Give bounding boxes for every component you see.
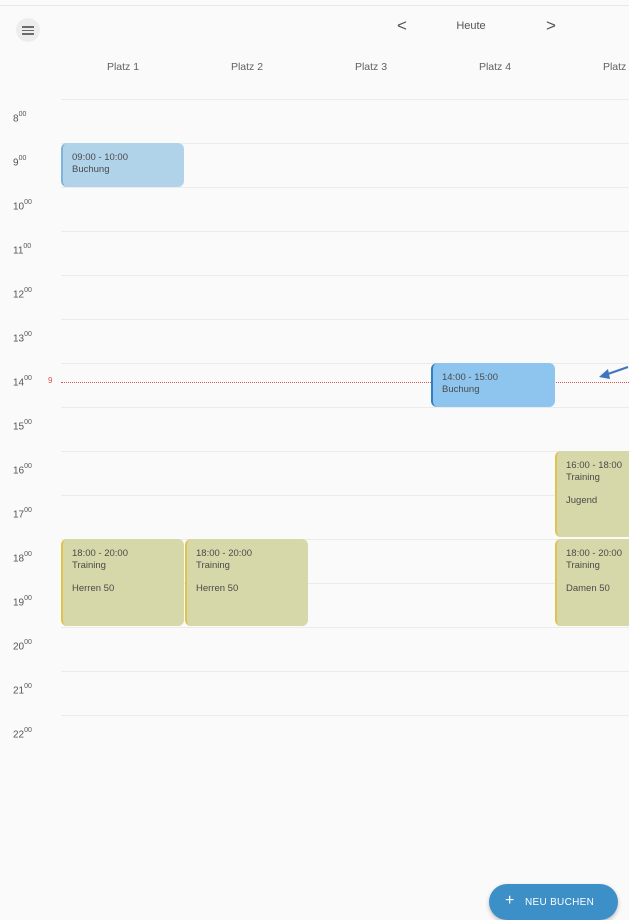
event-time: 16:00 - 18:00: [566, 460, 622, 471]
hour-gridline: [61, 451, 629, 452]
event-booking-platz-1[interactable]: 09:00 - 10:00 Buchung: [61, 143, 184, 187]
event-note: Jugend: [566, 495, 598, 506]
menu-button[interactable]: [16, 18, 40, 42]
event-time: 18:00 - 20:00: [566, 548, 622, 559]
next-day-button[interactable]: >: [546, 16, 556, 36]
today-button[interactable]: Heute: [436, 20, 506, 32]
event-training-platz-5-damen[interactable]: 18:00 - 20:00 Training Damen 50: [555, 539, 629, 626]
event-training-platz-5-jugend[interactable]: 16:00 - 18:00 Training Jugend: [555, 451, 629, 537]
previous-day-button[interactable]: <: [397, 16, 407, 36]
hour-label: 900: [13, 155, 27, 169]
event-title: Buchung: [72, 164, 110, 175]
top-divider: [0, 5, 629, 6]
hour-label: 1100: [13, 243, 32, 257]
hour-label: 1400: [13, 375, 32, 389]
hour-gridline: [61, 407, 629, 408]
event-note: Damen 50: [566, 583, 610, 594]
hour-label: 1700: [13, 507, 32, 521]
column-header-platz-1: Platz 1: [106, 61, 140, 73]
hour-gridline: [61, 495, 629, 496]
hour-gridline: [61, 715, 629, 716]
event-title: Training: [566, 472, 600, 483]
hour-gridline: [61, 275, 629, 276]
column-header-platz-3: Platz 3: [354, 61, 388, 73]
event-booking-platz-4[interactable]: 14:00 - 15:00 Buchung: [431, 363, 555, 407]
hour-label: 1600: [13, 463, 32, 477]
hour-gridline: [61, 671, 629, 672]
hour-gridline: [61, 99, 629, 100]
event-time: 18:00 - 20:00: [72, 548, 128, 559]
event-time: 14:00 - 15:00: [442, 372, 498, 383]
column-header-platz-5: Platz 5: [602, 61, 629, 73]
event-note: Herren 50: [196, 583, 239, 594]
new-booking-button[interactable]: + NEU BUCHEN: [489, 884, 618, 920]
new-booking-label: NEU BUCHEN: [525, 897, 595, 908]
plus-icon: +: [505, 892, 515, 909]
hour-label: 1200: [13, 287, 32, 301]
hour-label: 1300: [13, 331, 32, 345]
event-note: Herren 50: [72, 583, 115, 594]
event-title: Buchung: [442, 384, 480, 395]
event-time: 09:00 - 10:00: [72, 152, 128, 163]
event-training-platz-2[interactable]: 18:00 - 20:00 Training Herren 50: [185, 539, 308, 626]
hour-label: 2100: [13, 683, 32, 697]
hour-gridline: [61, 319, 629, 320]
column-header-platz-2: Platz 2: [230, 61, 264, 73]
hour-label: 1800: [13, 551, 32, 565]
current-time-marker: 9: [48, 376, 53, 385]
event-training-platz-1[interactable]: 18:00 - 20:00 Training Herren 50: [61, 539, 184, 626]
annotation-arrow-icon: [599, 366, 629, 379]
hour-gridline: [61, 187, 629, 188]
event-time: 18:00 - 20:00: [196, 548, 252, 559]
hour-label: 2200: [13, 727, 32, 741]
event-title: Training: [196, 560, 230, 571]
hour-gridline: [61, 231, 629, 232]
hour-gridline: [61, 627, 629, 628]
hour-label: 1900: [13, 595, 32, 609]
event-title: Training: [72, 560, 106, 571]
hamburger-icon: [22, 26, 34, 28]
hour-label: 1000: [13, 199, 32, 213]
hour-label: 1500: [13, 419, 32, 433]
hour-label: 2000: [13, 639, 32, 653]
event-title: Training: [566, 560, 600, 571]
hour-label: 800: [13, 111, 27, 125]
column-header-platz-4: Platz 4: [478, 61, 512, 73]
